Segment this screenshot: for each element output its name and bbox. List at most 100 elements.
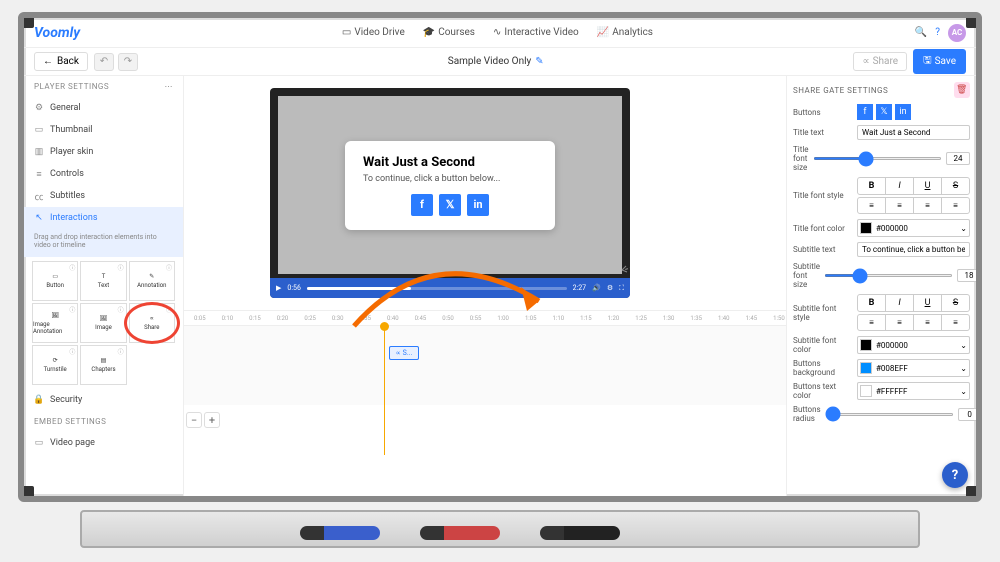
volume-icon[interactable]: 🔊 [592, 284, 601, 292]
help-icon[interactable]: ? [935, 27, 940, 38]
title-align-left[interactable]: ≡ [858, 198, 886, 213]
nav-interactive-video[interactable]: ∿Interactive Video [493, 27, 579, 38]
sidebar-item-security[interactable]: 🔒Security [24, 389, 183, 411]
interaction-text[interactable]: ⓘTText [80, 261, 126, 301]
buttons-label: Buttons [793, 108, 853, 117]
subtitle-align-right[interactable]: ≡ [914, 315, 942, 330]
interaction-turnstile[interactable]: ⓘ⟳Turnstile [32, 345, 78, 385]
toggle-linkedin[interactable]: in [895, 104, 911, 120]
sidebar-item-player-skin[interactable]: ▥Player skin [24, 141, 183, 163]
subtitle-color-select[interactable]: #000000⌄ [857, 336, 970, 354]
progress-bar[interactable] [307, 287, 567, 290]
subtitle-text-label: Subtitle text [793, 245, 853, 254]
share-button[interactable]: ∝ Share [853, 52, 907, 71]
click-arrow-icon [612, 248, 630, 278]
video-title[interactable]: Sample Video Only✎ [448, 56, 544, 67]
interactions-hint: Drag and drop interaction elements into … [24, 229, 183, 257]
sidebar-item-video-page[interactable]: ▭Video page [24, 432, 183, 454]
twitter-button[interactable]: 𝕏 [439, 194, 461, 216]
fullscreen-icon[interactable]: ⛶ [619, 284, 624, 293]
embed-settings-header: EMBED SETTINGS [34, 417, 106, 426]
subtitle-text-input[interactable] [857, 242, 970, 257]
timeline-track[interactable]: ∝ S... [184, 325, 786, 405]
video-player[interactable]: Wait Just a Second To continue, click a … [270, 88, 630, 298]
buttons-radius-input[interactable] [958, 408, 976, 421]
settings-icon[interactable]: ⚙ [607, 284, 613, 292]
sidebar-menu-icon[interactable]: ⋯ [165, 82, 174, 91]
play-icon[interactable]: ▶ [276, 284, 281, 292]
timeline-ruler[interactable]: 0:050:100:150:200:250:300:350:400:450:50… [184, 311, 786, 325]
nav-video-drive[interactable]: ▭Video Drive [342, 27, 405, 38]
title-color-select[interactable]: #000000⌄ [857, 219, 970, 237]
subtitle-align-center[interactable]: ≡ [886, 315, 914, 330]
subtitle-align-justify[interactable]: ≡ [942, 315, 969, 330]
title-strike[interactable]: S [942, 178, 969, 194]
share-gate-modal: Wait Just a Second To continue, click a … [345, 141, 555, 230]
sliders-icon: ≡ [34, 169, 44, 179]
interaction-button[interactable]: ⓘ▭Button [32, 261, 78, 301]
page-icon: ▭ [34, 438, 44, 448]
buttons-radius-slider[interactable] [825, 413, 954, 416]
brand-logo[interactable]: Voomly [34, 25, 80, 41]
title-align-center[interactable]: ≡ [886, 198, 914, 213]
undo-button[interactable]: ↶ [94, 53, 114, 71]
search-icon[interactable]: 🔍 [915, 27, 927, 38]
save-button[interactable]: 🖫 Save [913, 49, 966, 74]
title-color-label: Title font color [793, 224, 853, 233]
playhead[interactable] [384, 326, 385, 455]
buttons-text-color-select[interactable]: #FFFFFF⌄ [857, 382, 970, 400]
subtitle-strike[interactable]: S [942, 295, 969, 311]
interaction-share[interactable]: ⓘ∝Share [129, 303, 175, 343]
linkedin-button[interactable]: in [467, 194, 489, 216]
nav-analytics[interactable]: 📈Analytics [597, 27, 653, 38]
subtitle-font-style-label: Subtitle font style [793, 304, 853, 322]
cursor-icon: ↖ [34, 213, 44, 223]
sidebar-item-controls[interactable]: ≡Controls [24, 163, 183, 185]
title-italic[interactable]: I [886, 178, 914, 194]
interaction-annotation[interactable]: ⓘ✎Annotation [129, 261, 175, 301]
player-settings-header: PLAYER SETTINGS [34, 82, 109, 91]
edit-title-icon[interactable]: ✎ [535, 56, 543, 67]
sidebar-item-subtitles[interactable]: ㏄Subtitles [24, 185, 183, 207]
title-bold[interactable]: B [858, 178, 886, 194]
title-align-justify[interactable]: ≡ [942, 198, 969, 213]
modal-title: Wait Just a Second [363, 155, 537, 170]
skin-icon: ▥ [34, 147, 44, 157]
subtitle-font-size-input[interactable] [957, 269, 976, 282]
sidebar-item-thumbnail[interactable]: ▭Thumbnail [24, 119, 183, 141]
title-font-style-label: Title font style [793, 191, 853, 200]
toggle-twitter[interactable]: 𝕏 [876, 104, 892, 120]
subtitle-font-size-slider[interactable] [824, 274, 953, 277]
nav-courses[interactable]: 🎓Courses [423, 27, 475, 38]
subtitle-align-left[interactable]: ≡ [858, 315, 886, 330]
user-avatar[interactable]: AC [948, 24, 966, 42]
title-font-size-slider[interactable] [813, 157, 942, 160]
help-fab[interactable]: ? [942, 462, 968, 488]
right-panel-header: SHARE GATE SETTINGS [793, 86, 888, 95]
title-font-size-input[interactable] [946, 152, 970, 165]
interaction-image[interactable]: ⓘ🖼Image [80, 303, 126, 343]
zoom-in-button[interactable]: + [204, 412, 220, 428]
subtitle-italic[interactable]: I [886, 295, 914, 311]
sidebar-item-interactions[interactable]: ↖Interactions [24, 207, 183, 229]
subtitle-bold[interactable]: B [858, 295, 886, 311]
interaction-chapters[interactable]: ⓘ▤Chapters [80, 345, 126, 385]
redo-button[interactable]: ↷ [118, 53, 138, 71]
zoom-out-button[interactable]: − [186, 412, 202, 428]
interaction-image-annotation[interactable]: ⓘ🖼Image Annotation [32, 303, 78, 343]
timeline-share-chip[interactable]: ∝ S... [389, 346, 419, 360]
subtitle-font-size-label: Subtitle font size [793, 262, 820, 289]
buttons-bg-label: Buttons background [793, 359, 853, 377]
buttons-bg-select[interactable]: #008EFF⌄ [857, 359, 970, 377]
facebook-button[interactable]: f [411, 194, 433, 216]
delete-button[interactable]: 🗑 [954, 82, 970, 98]
title-text-input[interactable] [857, 125, 970, 140]
buttons-text-color-label: Buttons text color [793, 382, 853, 400]
title-underline[interactable]: U [914, 178, 942, 194]
toggle-facebook[interactable]: f [857, 104, 873, 120]
subtitle-underline[interactable]: U [914, 295, 942, 311]
sidebar-item-general[interactable]: ⚙General [24, 97, 183, 119]
title-align-right[interactable]: ≡ [914, 198, 942, 213]
back-button[interactable]: ← Back [34, 52, 88, 71]
gear-icon: ⚙ [34, 103, 44, 113]
